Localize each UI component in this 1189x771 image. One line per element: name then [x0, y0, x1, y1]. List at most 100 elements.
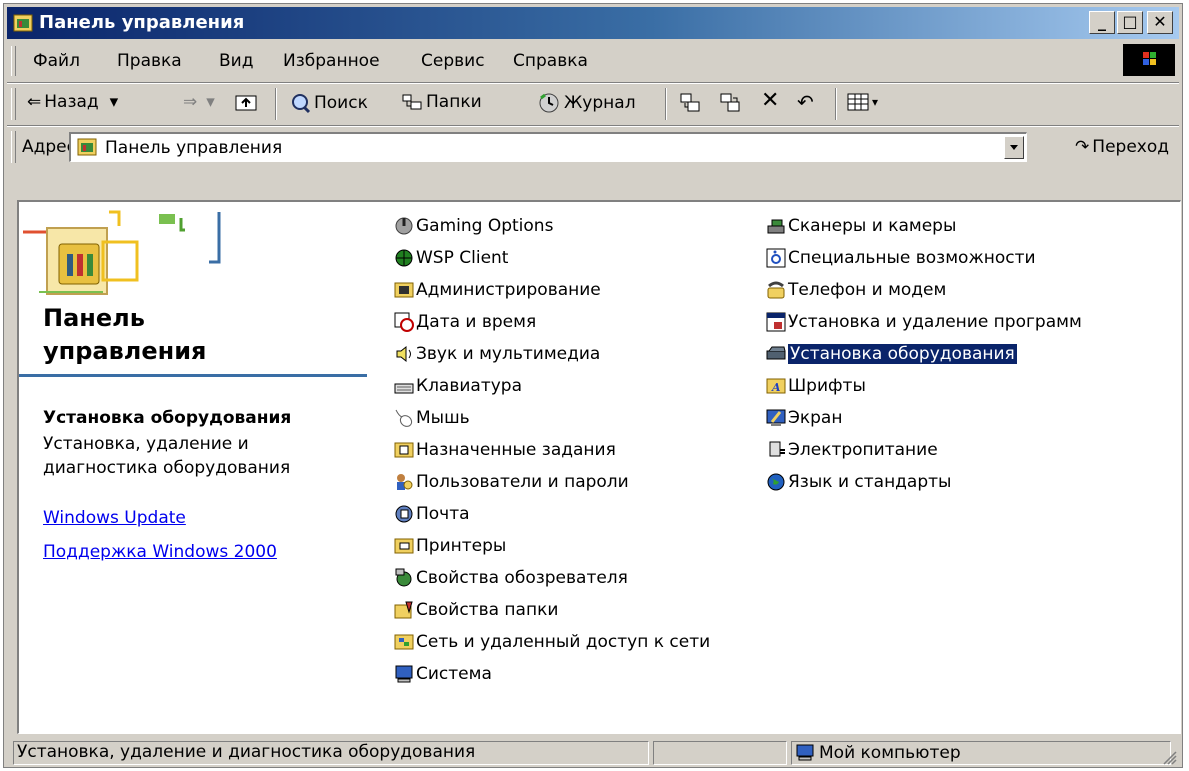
maximize-button[interactable]: □ — [1117, 11, 1143, 34]
cp-item-users-passwords[interactable]: Пользователи и пароли — [394, 466, 629, 498]
status-zone-label: Мой компьютер — [819, 743, 961, 763]
back-dropdown-icon[interactable]: ▾ — [110, 92, 119, 112]
status-text: Установка, удаление и диагностика оборуд… — [13, 741, 649, 765]
cp-item-add-hardware[interactable]: Установка оборудования — [766, 338, 1017, 370]
windows-flag-icon — [1143, 52, 1156, 65]
forward-dropdown-icon[interactable]: ▾ — [206, 92, 215, 112]
cp-item-regional-options[interactable]: Язык и стандарты — [766, 466, 951, 498]
item-label: Почта — [416, 504, 470, 524]
hardware-icon — [766, 346, 786, 360]
windows-support-link[interactable]: Поддержка Windows 2000 — [43, 542, 277, 562]
cp-item-keyboard[interactable]: Клавиатура — [394, 370, 522, 402]
title-bar[interactable]: Панель управления _ □ ✕ — [7, 7, 1179, 39]
search-button[interactable]: Поиск — [289, 92, 368, 114]
cp-item-mouse[interactable]: Мышь — [394, 402, 470, 434]
cp-item-printers[interactable]: Принтеры — [394, 530, 506, 562]
mouse-icon — [395, 409, 413, 427]
folder-options-icon — [394, 601, 413, 619]
close-button[interactable]: ✕ — [1147, 11, 1173, 34]
cp-item-scheduled-tasks[interactable]: Назначенные задания — [394, 434, 616, 466]
cp-item-phone-modem[interactable]: Телефон и модем — [766, 274, 946, 306]
address-dropdown-button[interactable] — [1004, 136, 1024, 159]
item-label: Телефон и модем — [788, 280, 947, 300]
history-label: Журнал — [564, 93, 636, 113]
item-label: Принтеры — [416, 536, 507, 556]
undo-button[interactable]: ↶ — [797, 90, 814, 114]
menu-help[interactable]: Справка — [513, 51, 588, 71]
cp-item-internet-options[interactable]: Свойства обозревателя — [394, 562, 628, 594]
minimize-button[interactable]: _ — [1089, 11, 1115, 34]
back-button[interactable]: ⇐ Назад ▾ — [27, 92, 118, 112]
cp-item-add-remove-programs[interactable]: Установка и удаление программ — [766, 306, 1082, 338]
up-folder-icon — [235, 95, 257, 111]
cp-item-display[interactable]: Экран — [766, 402, 842, 434]
views-button[interactable]: ▾ — [847, 92, 878, 112]
item-label: Клавиатура — [416, 376, 523, 396]
cp-item-mail[interactable]: Почта — [394, 498, 470, 530]
item-label: Пользователи и пароли — [416, 472, 629, 492]
item-label: Язык и стандарты — [788, 472, 952, 492]
forward-button[interactable]: ⇒ ▾ — [183, 92, 215, 112]
cp-item-gaming-options[interactable]: Gaming Options — [394, 210, 553, 242]
panel-divider — [19, 374, 367, 377]
selected-item-heading: Установка оборудования — [43, 408, 292, 428]
history-button[interactable]: Журнал — [537, 92, 636, 114]
mail-globe-icon — [395, 505, 413, 523]
item-label: Свойства папки — [416, 600, 559, 620]
cp-item-fonts[interactable]: A Шрифты — [766, 370, 866, 402]
search-icon — [292, 94, 311, 114]
fonts-folder-icon: A — [766, 378, 786, 394]
menu-grip[interactable] — [11, 46, 16, 76]
cp-item-folder-options[interactable]: Свойства папки — [394, 594, 558, 626]
item-label: Специальные возможности — [788, 248, 1036, 268]
cp-item-sound-multimedia[interactable]: Звук и мультимедиа — [394, 338, 600, 370]
menu-edit[interactable]: Правка — [117, 51, 182, 71]
cp-item-accessibility[interactable]: Специальные возможности — [766, 242, 1036, 274]
forward-arrow-icon: ⇒ — [183, 92, 198, 112]
menu-bar: Файл Правка Вид Избранное Сервис Справка — [7, 42, 1179, 80]
address-input[interactable]: Панель управления — [69, 132, 1027, 162]
svg-text:A: A — [771, 381, 781, 394]
cp-item-scanners-cameras[interactable]: Сканеры и камеры — [766, 210, 956, 242]
item-label: Шрифты — [788, 376, 866, 396]
folders-icon — [402, 94, 422, 110]
cp-item-wsp-client[interactable]: WSP Client — [394, 242, 508, 274]
cp-item-power-options[interactable]: Электропитание — [766, 434, 938, 466]
delete-button[interactable]: ✕ — [761, 88, 779, 113]
panel-title-line2: управления — [43, 337, 207, 365]
windows-update-link[interactable]: Windows Update — [43, 508, 186, 528]
address-grip[interactable] — [11, 131, 16, 163]
move-to-button[interactable] — [679, 92, 701, 114]
folders-button[interactable]: Папки — [401, 92, 482, 112]
resize-grip-icon[interactable] — [1161, 749, 1177, 765]
cp-item-administration[interactable]: Администрирование — [394, 274, 601, 306]
history-icon — [539, 93, 559, 113]
item-label: Сканеры и камеры — [788, 216, 957, 236]
computer-icon — [395, 665, 413, 683]
menu-file[interactable]: Файл — [33, 51, 80, 71]
item-label: WSP Client — [416, 248, 509, 268]
go-button[interactable]: ↷ Переход — [1075, 137, 1169, 157]
search-label: Поиск — [314, 93, 368, 113]
globe-icon — [767, 473, 785, 491]
add-remove-programs-icon — [766, 312, 786, 332]
control-panel-icon — [13, 14, 33, 32]
item-label: Мышь — [416, 408, 470, 428]
network-folder-icon — [394, 634, 414, 650]
menu-tools[interactable]: Сервис — [421, 51, 485, 71]
up-folder-button[interactable] — [235, 92, 257, 112]
cp-item-system[interactable]: Система — [394, 658, 492, 690]
menu-view[interactable]: Вид — [219, 51, 253, 71]
menu-favorites[interactable]: Избранное — [283, 51, 380, 71]
scanner-camera-icon — [767, 219, 785, 234]
copy-to-button[interactable] — [719, 92, 741, 114]
toolbar-separator — [665, 88, 667, 120]
cp-item-date-time[interactable]: Дата и время — [394, 306, 536, 338]
delete-x-icon: ✕ — [761, 88, 780, 113]
item-label: Gaming Options — [416, 216, 554, 236]
cp-item-network-dialup[interactable]: Сеть и удаленный доступ к сети — [394, 626, 710, 658]
toolbar-grip[interactable] — [11, 88, 16, 120]
status-empty-pane — [653, 741, 787, 765]
item-label: Установка оборудования — [788, 344, 1017, 364]
status-bar: Установка, удаление и диагностика оборуд… — [7, 739, 1179, 767]
